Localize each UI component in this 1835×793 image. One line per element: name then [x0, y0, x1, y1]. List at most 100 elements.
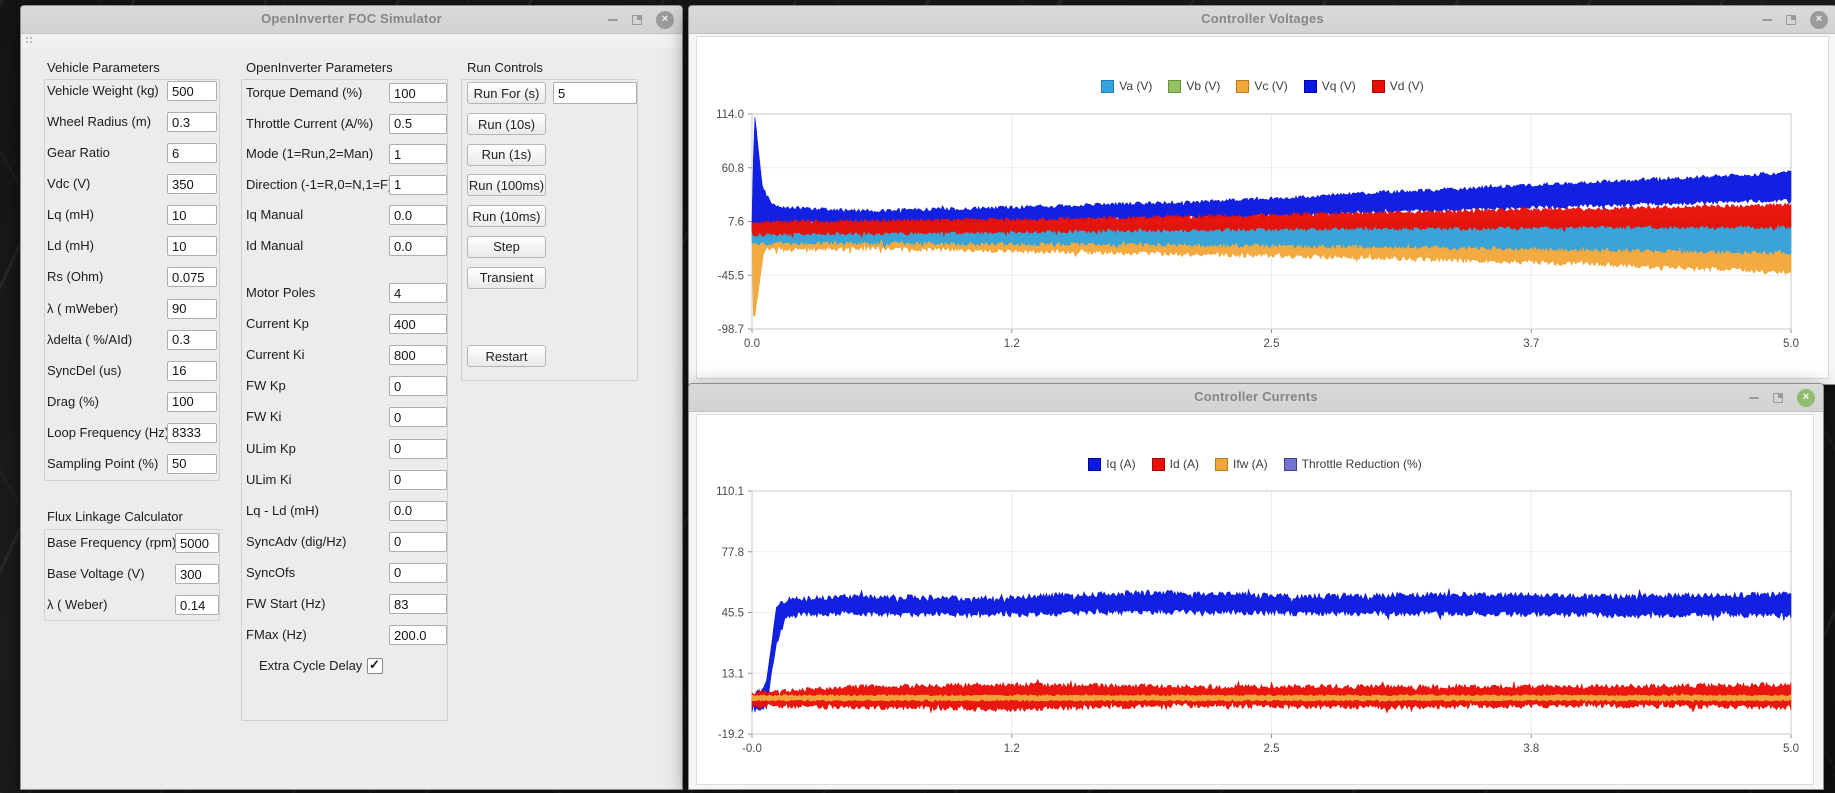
field-label-ulim-ki: ULim Ki: [246, 472, 292, 487]
y-tick-label: 114.0: [716, 109, 744, 121]
y-tick-label: -19.2: [718, 729, 744, 741]
legend-swatch-icon: [1101, 80, 1114, 93]
minimize-icon[interactable]: [608, 19, 618, 21]
window-title: Controller Currents: [689, 389, 1823, 404]
legend-swatch-icon: [1152, 458, 1165, 471]
minimize-icon[interactable]: [1762, 19, 1772, 21]
voltages-titlebar[interactable]: Controller Voltages ×: [689, 6, 1835, 34]
field-input-drag[interactable]: [167, 392, 217, 412]
close-icon[interactable]: ×: [1797, 389, 1815, 407]
maximize-icon[interactable]: [1786, 15, 1796, 25]
run-10s-button[interactable]: Run (10s): [467, 113, 546, 135]
field-input-weber[interactable]: [175, 595, 219, 615]
field-input-iq-manual[interactable]: [389, 205, 447, 225]
field-input-loop-frequency-hz[interactable]: [167, 423, 217, 443]
field-input-vdc-v[interactable]: [167, 174, 217, 194]
field-input-mweber[interactable]: [167, 299, 217, 319]
checkbox-label-extra-cycle-delay: Extra Cycle Delay: [259, 658, 362, 673]
maximize-icon[interactable]: [632, 15, 642, 25]
legend-label: Vd (V): [1390, 79, 1424, 93]
legend-label: Id (A): [1170, 457, 1199, 471]
currents-titlebar[interactable]: Controller Currents ×: [689, 384, 1823, 412]
legend-label: Va (V): [1119, 79, 1152, 93]
desktop: OpenInverter FOC Simulator × Vehicle Par…: [0, 0, 1835, 793]
close-icon[interactable]: ×: [656, 11, 674, 29]
field-input-syncadv-dig-hz[interactable]: [389, 532, 447, 552]
field-label-wheel-radius-m: Wheel Radius (m): [47, 114, 151, 129]
field-input-ld-mh[interactable]: [167, 236, 217, 256]
field-input-motor-poles[interactable]: [389, 283, 447, 303]
field-input-syncofs[interactable]: [389, 563, 447, 583]
y-tick-label: -98.7: [718, 324, 744, 336]
simulator-titlebar[interactable]: OpenInverter FOC Simulator ×: [21, 6, 682, 34]
field-input-current-ki[interactable]: [389, 345, 447, 365]
x-tick-label: -0.0: [742, 743, 762, 755]
x-tick-label: 3.7: [1523, 338, 1539, 350]
run-1s-button[interactable]: Run (1s): [467, 144, 546, 166]
field-label-torque-demand: Torque Demand (%): [246, 85, 362, 100]
legend-label: Iq (A): [1106, 457, 1135, 471]
currents-chart-canvas: Iq (A)Id (A)Ifw (A)Throttle Reduction (%…: [696, 414, 1814, 785]
legend-swatch-icon: [1168, 80, 1181, 93]
field-input-fmax-hz[interactable]: [389, 625, 447, 645]
field-input-throttle-current-a[interactable]: [389, 114, 447, 134]
transient-button[interactable]: Transient: [467, 267, 546, 289]
voltages-chart-body: Va (V)Vb (V)Vc (V)Vq (V)Vd (V) 114.060.8…: [689, 34, 1835, 384]
field-label-mode-1-run-2-man: Mode (1=Run,2=Man): [246, 146, 373, 161]
run-10ms-button[interactable]: Run (10ms): [467, 205, 546, 227]
drag-grip-icon[interactable]: [25, 36, 33, 45]
field-input-mode-1-run-2-man[interactable]: [389, 144, 447, 164]
field-input-current-kp[interactable]: [389, 314, 447, 334]
y-tick-label: 45.5: [722, 608, 744, 620]
voltages-window: Controller Voltages × Va (V)Vb (V)Vc (V)…: [688, 5, 1835, 385]
legend-swatch-icon: [1088, 458, 1101, 471]
field-label-base-frequency-rpm: Base Frequency (rpm): [47, 535, 176, 550]
field-label-fw-start-hz: FW Start (Hz): [246, 596, 325, 611]
x-tick-label: 3.8: [1523, 743, 1539, 755]
field-input-fw-start-hz[interactable]: [389, 594, 447, 614]
field-input-torque-demand[interactable]: [389, 83, 447, 103]
field-input-base-voltage-v[interactable]: [175, 564, 219, 584]
field-input-direction-1-r-0-n-1-f[interactable]: [389, 175, 447, 195]
run-100ms-button[interactable]: Run (100ms): [467, 174, 546, 196]
field-input-fw-ki[interactable]: [389, 407, 447, 427]
legend-swatch-icon: [1236, 80, 1249, 93]
field-input-wheel-radius-m[interactable]: [167, 112, 217, 132]
y-tick-label: 7.6: [728, 217, 744, 229]
run-for-seconds-input[interactable]: [553, 82, 637, 104]
field-label-lq-ld-mh: Lq - Ld (mH): [246, 503, 319, 518]
field-label-base-voltage-v: Base Voltage (V): [47, 566, 145, 581]
legend-label: Vq (V): [1322, 79, 1356, 93]
field-input-syncdel-us[interactable]: [167, 361, 217, 381]
toolbar-strip: [21, 34, 682, 48]
maximize-icon[interactable]: [1773, 393, 1783, 403]
field-input-ulim-ki[interactable]: [389, 470, 447, 490]
close-icon[interactable]: ×: [1810, 11, 1828, 29]
field-input-vehicle-weight-kg[interactable]: [167, 81, 217, 101]
field-input-gear-ratio[interactable]: [167, 143, 217, 163]
y-tick-label: 60.8: [722, 163, 744, 175]
run-for-s-button[interactable]: Run For (s): [467, 82, 546, 104]
extra-cycle-delay-checkbox[interactable]: [367, 658, 383, 674]
step-button[interactable]: Step: [467, 236, 546, 258]
field-input-base-frequency-rpm[interactable]: [175, 533, 219, 553]
field-input-lq-mh[interactable]: [167, 205, 217, 225]
field-label-throttle-current-a: Throttle Current (A/%): [246, 116, 373, 131]
restart-button[interactable]: Restart: [467, 345, 546, 367]
field-label-delta-aid: λdelta ( %/AId): [47, 332, 132, 347]
legend-item-ifw-a: Ifw (A): [1215, 457, 1268, 471]
chart-legend: Va (V)Vb (V)Vc (V)Vq (V)Vd (V): [697, 79, 1828, 93]
field-input-id-manual[interactable]: [389, 236, 447, 256]
voltages-chart-canvas: Va (V)Vb (V)Vc (V)Vq (V)Vd (V) 114.060.8…: [696, 36, 1829, 379]
field-input-rs-ohm[interactable]: [167, 267, 217, 287]
legend-swatch-icon: [1372, 80, 1385, 93]
field-input-fw-kp[interactable]: [389, 376, 447, 396]
field-input-sampling-point[interactable]: [167, 454, 217, 474]
legend-label: Vc (V): [1254, 79, 1287, 93]
field-input-lq-ld-mh[interactable]: [389, 501, 447, 521]
field-label-loop-frequency-hz: Loop Frequency (Hz): [47, 425, 169, 440]
minimize-icon[interactable]: [1749, 397, 1759, 399]
field-input-ulim-kp[interactable]: [389, 439, 447, 459]
section-title-run-controls: Run Controls: [467, 60, 543, 75]
field-input-delta-aid[interactable]: [167, 330, 217, 350]
